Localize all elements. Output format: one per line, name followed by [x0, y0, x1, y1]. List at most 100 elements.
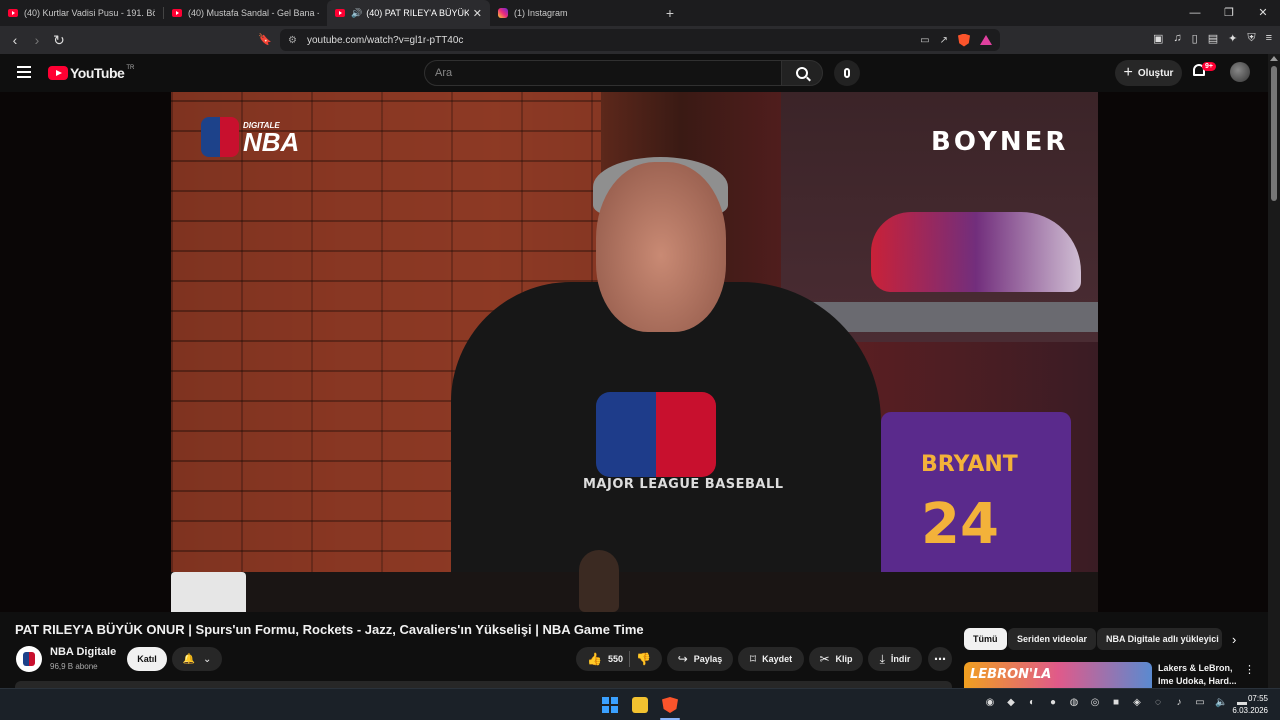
close-window-icon[interactable]: ✕ — [1246, 0, 1280, 26]
browser-tab[interactable]: (40) Kurtlar Vadisi Pusu - 191. Bölüm — [0, 0, 163, 26]
thumbs-down-icon[interactable]: 👎 — [636, 652, 651, 666]
browser-tab-active[interactable]: 🔊 (40) PAT RILEY'A BÜYÜK ONUR ✕ — [327, 0, 490, 26]
tab-label: (1) Instagram — [514, 8, 568, 18]
bookmark-icon[interactable]: 🔖 — [258, 33, 272, 46]
brave-browser-icon[interactable] — [662, 697, 678, 713]
tray-app-icon[interactable]: ◐ — [1026, 697, 1038, 708]
account-avatar[interactable] — [1230, 62, 1250, 82]
cast-icon[interactable]: ▭ — [920, 35, 929, 46]
brave-shields-icon[interactable] — [958, 33, 970, 47]
like-button[interactable]: 👍 550 — [587, 652, 623, 666]
voice-search-button[interactable] — [834, 60, 860, 86]
screenshot-icon[interactable]: ▣ — [1153, 32, 1163, 45]
bobblehead — [579, 550, 619, 612]
desk — [171, 572, 1098, 612]
create-label: Oluştur — [1137, 67, 1174, 79]
windows-start-icon[interactable] — [602, 697, 618, 713]
chevron-right-icon[interactable]: › — [1232, 632, 1236, 647]
minimize-icon[interactable]: — — [1178, 0, 1212, 26]
subscribed-bell-button[interactable]: 🔔 ⌄ — [172, 647, 222, 671]
network-icon[interactable]: ▭ — [1194, 697, 1206, 708]
url-field[interactable]: ⚙ youtube.com/watch?v=gl1r-pTT40c ▭ ↗ — [280, 29, 1000, 51]
wallet-icon[interactable]: ▤ — [1208, 32, 1218, 45]
jersey-name: BRYANT — [921, 452, 1018, 477]
vpn-icon[interactable]: ⛨ — [1247, 32, 1255, 45]
youtube-play-icon — [48, 66, 68, 80]
download-icon: ⤓ — [879, 651, 885, 666]
search-input[interactable] — [435, 61, 781, 85]
scroll-up-icon[interactable] — [1270, 56, 1278, 61]
tray-app-icon[interactable]: ◉ — [984, 697, 996, 708]
tray-app-icon[interactable]: ◌ — [1152, 697, 1164, 708]
scrollbar-thumb[interactable] — [1271, 66, 1277, 201]
reload-icon[interactable]: ↻ — [48, 32, 70, 49]
media-icon[interactable]: ♫ — [1173, 32, 1181, 45]
more-actions-button[interactable]: ⋯ — [928, 647, 952, 671]
create-button[interactable]: + Oluştur — [1115, 60, 1182, 86]
logo-wordmark: YouTube — [70, 65, 125, 81]
site-settings-icon[interactable]: ⚙ — [288, 35, 297, 46]
tray-app-icon[interactable]: ◍ — [1068, 697, 1080, 708]
url-text: youtube.com/watch?v=gl1r-pTT40c — [306, 34, 464, 46]
system-clock[interactable]: 07:55 6.03.2026 — [1232, 693, 1268, 717]
channel-avatar[interactable] — [16, 646, 42, 672]
browser-tab[interactable]: (1) Instagram — [490, 0, 653, 26]
divider — [629, 651, 631, 667]
youtube-favicon-icon — [172, 9, 182, 17]
download-button[interactable]: ⤓ İndir — [868, 647, 922, 671]
share-icon: ↪ — [677, 652, 688, 666]
join-button[interactable]: Katıl — [127, 647, 167, 671]
clock-time: 07:55 — [1247, 694, 1268, 703]
thumbs-up-icon: 👍 — [587, 652, 602, 666]
youtube-favicon-icon — [8, 9, 18, 17]
recommended-title[interactable]: Lakers & LeBron, Ime Udoka, Hard... — [1158, 662, 1240, 688]
more-vertical-icon[interactable]: ⋮ — [1244, 663, 1255, 676]
back-icon[interactable]: ‹ — [4, 32, 26, 48]
forward-icon[interactable]: › — [26, 32, 48, 48]
share-label: Paylaş — [693, 654, 723, 664]
speaker-icon[interactable]: 🔊 — [351, 8, 362, 19]
clock-date: 6.03.2026 — [1232, 706, 1268, 715]
chip-series[interactable]: Seriden videolar — [1008, 628, 1097, 650]
brave-rewards-icon[interactable] — [980, 35, 992, 45]
page-scrollbar[interactable] — [1268, 54, 1280, 688]
more-horizontal-icon: ⋯ — [934, 652, 946, 666]
share-page-icon[interactable]: ↗ — [940, 35, 948, 46]
search-button[interactable] — [781, 60, 823, 86]
sidebar-icon[interactable]: ▯ — [1192, 32, 1198, 45]
share-button[interactable]: ↪ Paylaş — [667, 647, 733, 671]
notification-badge: 9+ — [1202, 62, 1216, 71]
video-player[interactable]: BRYANT 24 MAJOR LEAGUE BASEBALL DIGITALE… — [171, 92, 1098, 612]
chip-all[interactable]: Tümü — [964, 628, 1007, 650]
recommended-thumbnail[interactable]: LEBRON'LA — [964, 662, 1152, 688]
leo-ai-icon[interactable]: ✦ — [1228, 32, 1237, 45]
new-tab-button[interactable]: + — [657, 5, 683, 21]
volume-icon[interactable]: 🔈 — [1215, 697, 1227, 708]
instagram-favicon-icon — [498, 8, 508, 18]
tray-app-icon[interactable]: ◈ — [1131, 697, 1143, 708]
sponsor-logo: BOYNER — [931, 127, 1069, 157]
search-box — [424, 60, 782, 86]
tray-app-icon[interactable]: ● — [1047, 697, 1059, 708]
menu-icon[interactable]: ≡ — [1266, 32, 1272, 45]
clip-button[interactable]: ✂ Klip — [809, 647, 863, 671]
youtube-logo[interactable]: YouTube TR — [48, 65, 134, 81]
jersey-number: 24 — [921, 492, 999, 557]
guide-menu-icon[interactable] — [17, 66, 31, 78]
chip-uploader[interactable]: NBA Digitale adlı yükleyici — [1097, 628, 1222, 650]
system-tray: ◉ ◆ ◐ ● ◍ ◎ ■ ◈ ◌ ♪ ▭ 🔈 ▬ — [984, 697, 1248, 708]
restore-icon[interactable]: ❐ — [1212, 0, 1246, 26]
browser-tab[interactable]: (40) Mustafa Sandal - Gel Bana - You — [164, 0, 327, 26]
tray-app-icon[interactable]: ■ — [1110, 697, 1122, 708]
channel-name[interactable]: NBA Digitale — [50, 646, 116, 658]
close-tab-icon[interactable]: ✕ — [473, 7, 482, 20]
description-box[interactable] — [15, 681, 952, 688]
browser-extensions: ▣ ♫ ▯ ▤ ✦ ⛨ ≡ — [1153, 32, 1272, 45]
tray-app-icon[interactable]: ◎ — [1089, 697, 1101, 708]
save-button[interactable]: ⌑ Kaydet — [738, 647, 804, 671]
microphone-icon[interactable]: ♪ — [1173, 697, 1185, 708]
logo-nba: NBA — [243, 126, 300, 157]
mug — [171, 572, 246, 612]
tray-app-icon[interactable]: ◆ — [1005, 697, 1017, 708]
file-explorer-icon[interactable] — [632, 697, 648, 713]
